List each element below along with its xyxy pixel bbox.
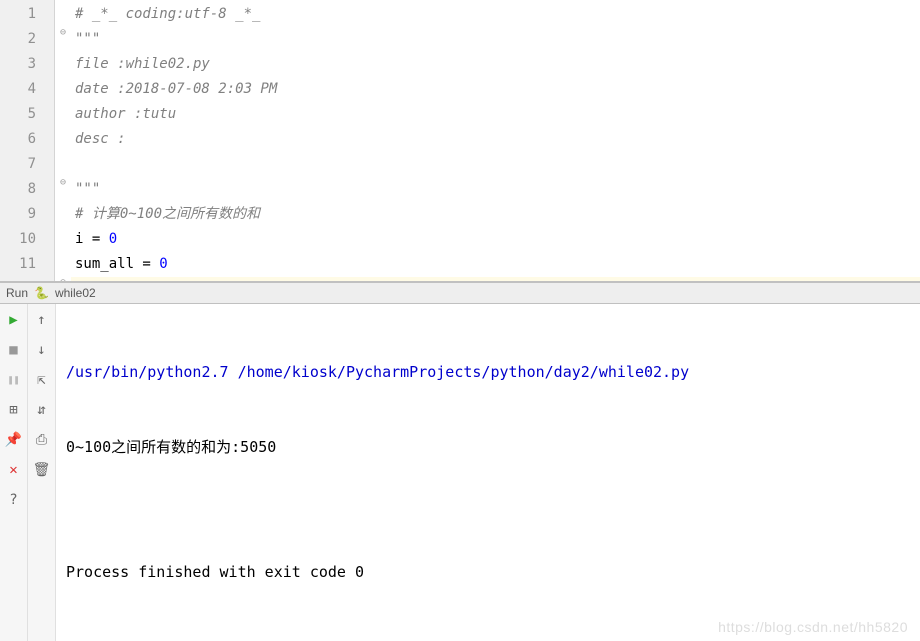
line-number: 9 — [0, 202, 54, 227]
line-number: 5 — [0, 102, 54, 127]
code-content[interactable]: # _*_ coding:utf-8 _*_ """ file :while02.p… — [71, 0, 920, 281]
line-number: 2 — [0, 27, 54, 52]
code-line[interactable]: # 计算0~100之间所有数的和 — [71, 202, 920, 227]
console-command: /usr/bin/python2.7 /home/kiosk/PycharmPr… — [66, 360, 910, 385]
code-token: """ — [75, 31, 100, 47]
clear-button[interactable]: 🗑 — [32, 460, 52, 480]
code-editor[interactable]: 1234567891011121314151617 ⊖⊖⊖⊏ # _*_ cod… — [0, 0, 920, 282]
code-token: # _*_ coding:utf-8 _*_ — [75, 6, 260, 22]
code-token: """ — [75, 181, 100, 197]
code-token: i = — [75, 231, 109, 247]
console-line: Process finished with exit code 0 — [66, 560, 910, 585]
line-number: 10 — [0, 227, 54, 252]
run-panel: ▶ ■ ❚❚ ⊞ 📌 ✕ ? ↑ ↓ ⇱ ⇵ ⎙ 🗑 /usr/bin/pyth… — [0, 304, 920, 641]
scroll-down-button[interactable]: ↓ — [32, 340, 52, 360]
code-token: author :tutu — [75, 106, 176, 122]
run-tab-prefix: Run — [6, 286, 28, 300]
fold-column[interactable]: ⊖⊖⊖⊏ — [55, 0, 71, 281]
soft-wrap-button[interactable]: ⇵ — [32, 400, 52, 420]
run-tab-label: while02 — [55, 286, 96, 300]
scroll-up-button[interactable]: ↑ — [32, 310, 52, 330]
code-line[interactable]: sum_all = 0 — [71, 252, 920, 277]
line-number: 4 — [0, 77, 54, 102]
rerun-button[interactable]: ▶ — [4, 310, 24, 330]
code-token: 0 — [159, 256, 167, 272]
code-token: date :2018-07-08 2:03 PM — [75, 81, 277, 97]
run-toolbar-secondary: ↑ ↓ ⇱ ⇵ ⎙ 🗑 — [28, 304, 56, 641]
line-number: 6 — [0, 127, 54, 152]
code-line[interactable]: """ — [71, 177, 920, 202]
code-line[interactable]: date :2018-07-08 2:03 PM — [71, 77, 920, 102]
code-token: 0 — [109, 231, 117, 247]
code-line[interactable]: # _*_ coding:utf-8 _*_ — [71, 2, 920, 27]
code-line[interactable]: desc : — [71, 127, 920, 152]
run-toolbar-primary: ▶ ■ ❚❚ ⊞ 📌 ✕ ? — [0, 304, 28, 641]
line-number-gutter: 1234567891011121314151617 — [0, 0, 55, 281]
code-line[interactable] — [71, 152, 920, 177]
python-icon: 🐍 — [34, 286, 49, 300]
code-line[interactable]: """ — [71, 27, 920, 52]
run-tool-header[interactable]: Run 🐍 while02 — [0, 282, 920, 304]
code-line[interactable]: i = 0 — [71, 227, 920, 252]
line-number: 11 — [0, 252, 54, 277]
code-line[interactable]: author :tutu — [71, 102, 920, 127]
layout-button[interactable]: ⊞ — [4, 400, 24, 420]
line-number: 8 — [0, 177, 54, 202]
line-number: 1 — [0, 2, 54, 27]
pin-button[interactable]: 📌 — [4, 430, 24, 450]
code-token: # 计算0~100之间所有数的和 — [75, 206, 260, 222]
line-number: 7 — [0, 152, 54, 177]
line-number: 3 — [0, 52, 54, 77]
console-line: 0~100之间所有数的和为:5050 — [66, 435, 910, 460]
watermark: https://blog.csdn.net/hh5820 — [718, 619, 908, 635]
help-button[interactable]: ? — [4, 490, 24, 510]
close-button[interactable]: ✕ — [4, 460, 24, 480]
code-token: file :while02.py — [75, 56, 210, 72]
code-token: sum_all = — [75, 256, 159, 272]
fold-marker-icon[interactable]: ⊖ — [57, 177, 69, 188]
console-output[interactable]: /usr/bin/python2.7 /home/kiosk/PycharmPr… — [56, 304, 920, 641]
pause-button[interactable]: ❚❚ — [4, 370, 24, 390]
code-token: desc : — [75, 131, 126, 147]
export-button[interactable]: ⇱ — [32, 370, 52, 390]
fold-marker-icon[interactable]: ⊖ — [57, 27, 69, 38]
code-line[interactable]: file :while02.py — [71, 52, 920, 77]
stop-button[interactable]: ■ — [4, 340, 24, 360]
print-button[interactable]: ⎙ — [32, 430, 52, 450]
